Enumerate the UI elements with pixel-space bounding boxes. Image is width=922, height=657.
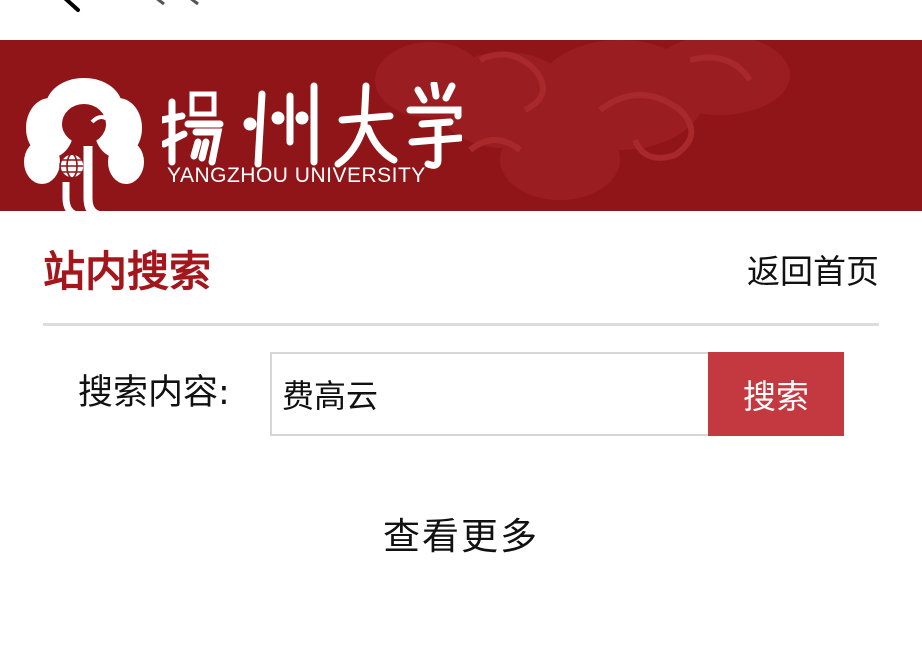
page-title: 站内搜索 xyxy=(43,247,212,296)
university-english-name: YANGZHOU UNIVERSITY xyxy=(167,164,426,187)
search-button[interactable]: 搜索 xyxy=(708,352,844,436)
search-content-label: 搜索内容: xyxy=(78,373,230,413)
site-banner: YANGZHOU UNIVERSITY xyxy=(0,40,922,211)
toolbar-glyph-icon xyxy=(156,0,199,6)
return-home-link[interactable]: 返回首页 xyxy=(747,250,879,294)
header-divider xyxy=(43,323,879,326)
top-toolbar xyxy=(0,0,922,40)
search-header: 站内搜索 返回首页 xyxy=(43,242,879,302)
search-input[interactable] xyxy=(270,352,708,436)
view-more-link[interactable]: 查看更多 xyxy=(0,512,922,562)
university-emblem-icon xyxy=(24,78,144,211)
page: YANGZHOU UNIVERSITY 站内搜索 返回首页 搜索内容: 搜索 查… xyxy=(0,0,922,657)
back-arrow-icon[interactable] xyxy=(50,0,90,22)
